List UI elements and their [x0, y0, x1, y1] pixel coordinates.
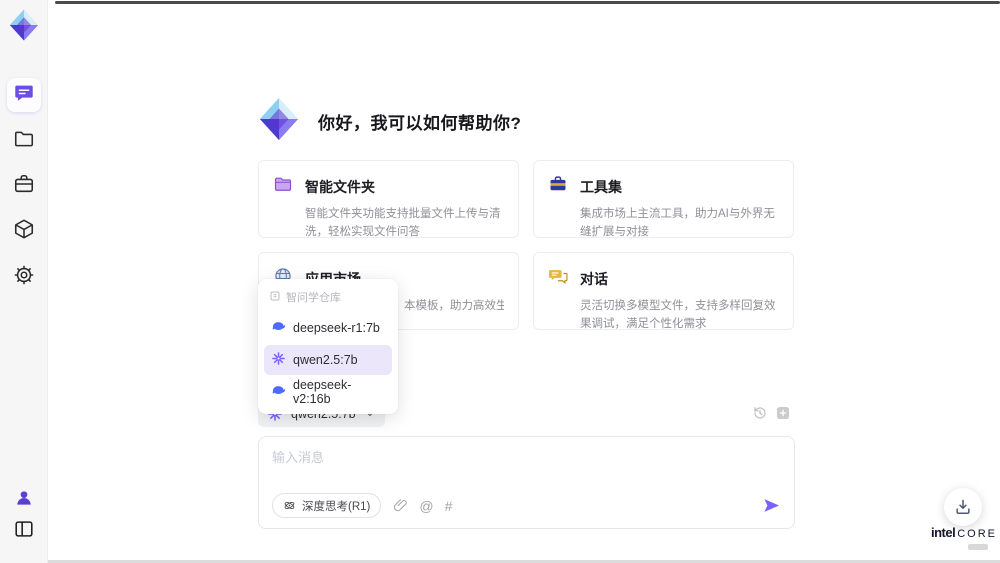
- card-title: 工具集: [580, 178, 622, 195]
- user-icon: [14, 488, 34, 513]
- deepseek-whale-icon: [271, 383, 286, 401]
- smart-folder-icon: [273, 174, 293, 199]
- briefcase-icon: [13, 173, 35, 200]
- card-description: 集成市场上主流工具，助力AI与外界无缝扩展与对接: [580, 208, 775, 238]
- mention-icon[interactable]: @: [419, 498, 433, 514]
- app-window: 你好，我可以如何帮助你? 智能文件夹 智能文件夹功能支持批量文件上传与清洗，轻松…: [0, 0, 1000, 563]
- dropdown-item-deepseek-v2[interactable]: deepseek-v2:16b: [264, 377, 392, 407]
- intel-tier-mark: [968, 544, 988, 550]
- cube-icon: [13, 218, 35, 245]
- sidebar-item-apps[interactable]: [7, 214, 41, 248]
- window-top-edge: [55, 1, 1000, 4]
- sidebar-item-settings[interactable]: [7, 260, 41, 294]
- message-composer: 深度思考(R1) @ #: [258, 436, 795, 529]
- model-dropdown: 智问学仓库 deepseek-r1:7b qwen2.5:7b deepseek…: [258, 279, 398, 414]
- download-icon: [956, 499, 970, 514]
- dropdown-item-label: qwen2.5:7b: [293, 353, 358, 367]
- sidebar-item-toolbox[interactable]: [7, 169, 41, 203]
- gear-icon: [13, 264, 35, 291]
- greeting-row: 你好，我可以如何帮助你?: [256, 96, 521, 147]
- qwen-icon: [271, 351, 286, 369]
- repository-icon: [269, 290, 281, 305]
- dropdown-item-label: deepseek-v2:16b: [293, 378, 352, 406]
- app-logo-icon: [7, 8, 41, 42]
- dropdown-item-deepseek-r1[interactable]: deepseek-r1:7b: [264, 313, 392, 343]
- atom-icon: [284, 501, 295, 510]
- card-dialogue[interactable]: 对话 灵活切换多模型文件，支持多样回复效果调试，满足个性化需求: [533, 252, 794, 330]
- card-title: 对话: [580, 270, 608, 287]
- download-button[interactable]: [944, 488, 982, 526]
- conversation-toolbar: [752, 405, 791, 421]
- message-input[interactable]: [272, 447, 777, 487]
- sidebar-item-panel-toggle[interactable]: [7, 514, 41, 548]
- model-dropdown-header: 智问学仓库: [264, 286, 392, 311]
- card-description: 灵活切换多模型文件，支持多样回复效果调试，满足个性化需求: [580, 300, 776, 330]
- dropdown-item-label: deepseek-r1:7b: [293, 321, 380, 335]
- intel-core-badge: intel core: [924, 524, 1000, 550]
- folder-icon: [13, 128, 35, 155]
- chat-icon: [13, 82, 35, 109]
- model-dropdown-header-label: 智问学仓库: [286, 292, 341, 304]
- app-logo-icon-large: [256, 96, 302, 147]
- sidebar-item-user[interactable]: [7, 483, 41, 517]
- greeting-text: 你好，我可以如何帮助你?: [318, 114, 522, 133]
- card-title: 智能文件夹: [305, 178, 375, 195]
- composer-actions: 深度思考(R1) @ #: [272, 493, 781, 518]
- history-icon[interactable]: [752, 405, 768, 421]
- hashtag-icon[interactable]: #: [445, 498, 453, 514]
- card-smart-folders[interactable]: 智能文件夹 智能文件夹功能支持批量文件上传与清洗，轻松实现文件问答: [258, 160, 519, 238]
- send-icon[interactable]: [762, 496, 781, 515]
- deep-think-label: 深度思考(R1): [302, 500, 371, 513]
- sidebar-item-folders[interactable]: [7, 124, 41, 158]
- intel-brand-text: intel: [930, 525, 956, 540]
- attachment-icon[interactable]: [392, 498, 408, 514]
- intel-product-text: core: [957, 528, 997, 540]
- deepseek-whale-icon: [271, 319, 286, 337]
- new-chat-icon[interactable]: [775, 405, 791, 421]
- sidebar: [0, 0, 48, 563]
- card-description: 智能文件夹功能支持批量文件上传与清洗，轻松实现文件问答: [305, 208, 501, 238]
- dropdown-item-qwen[interactable]: qwen2.5:7b: [264, 345, 392, 375]
- dialogue-icon: [548, 266, 568, 291]
- panel-toggle-icon: [13, 518, 35, 545]
- card-toolset[interactable]: 工具集 集成市场上主流工具，助力AI与外界无缝扩展与对接: [533, 160, 794, 238]
- toolset-icon: [548, 174, 568, 199]
- sidebar-item-chat[interactable]: [7, 78, 41, 112]
- deep-think-toggle[interactable]: 深度思考(R1): [272, 493, 382, 518]
